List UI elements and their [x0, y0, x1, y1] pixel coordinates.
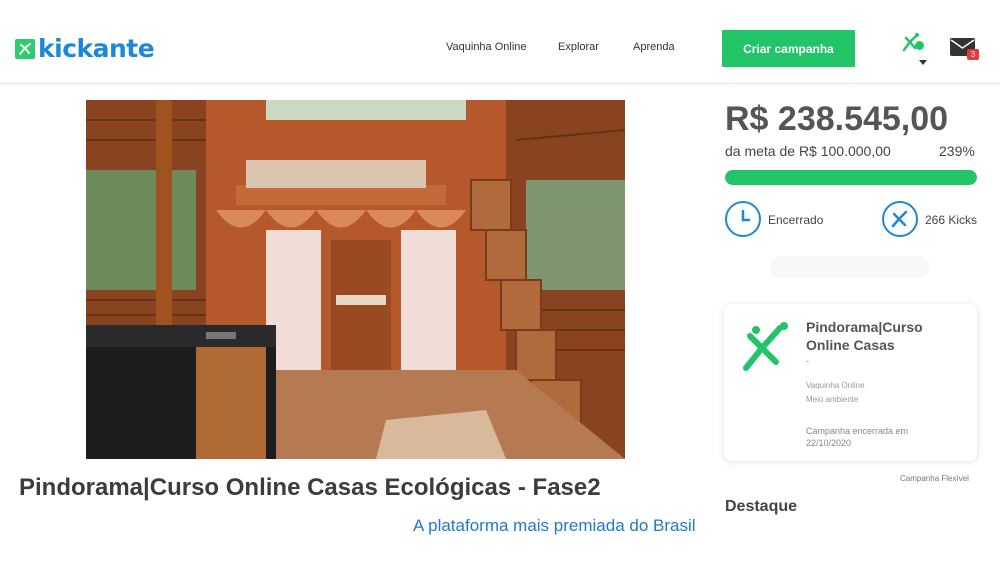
kicks-count: 266 Kicks	[925, 213, 978, 227]
campaign-title: Pindorama|Curso Online Casas Ecológicas …	[19, 474, 601, 501]
chevron-down-icon	[919, 60, 927, 65]
nav-aprenda[interactable]: Aprenda	[633, 41, 675, 53]
site-header: kickante Vaquinha Online Explorar Aprend…	[0, 0, 1000, 84]
flexible-campaign-label: Campanha Flexível	[900, 474, 969, 483]
owner-name[interactable]: Pindorama|Curso Online Casas	[806, 318, 966, 354]
funded-percent: 239%	[939, 143, 975, 159]
kickante-logo[interactable]: kickante	[15, 34, 155, 63]
campaign-owner-card[interactable]: Pindorama|Curso Online Casas - Vaquinha …	[724, 304, 977, 461]
nav-explorar[interactable]: Explorar	[558, 41, 599, 53]
owner-subtitle: -	[806, 356, 809, 366]
verified-check-icon	[915, 41, 924, 50]
owner-logo-icon	[743, 322, 788, 371]
raised-amount: R$ 238.545,00	[725, 100, 949, 138]
kickante-logo-text: kickante	[38, 34, 155, 63]
campaign-hero-image	[86, 100, 625, 459]
campaign-ended-date: Campanha encerrada em 22/10/2020	[806, 426, 909, 448]
chevron-left-icon[interactable]	[38, 236, 88, 326]
highlight-heading: Destaque	[725, 498, 798, 515]
funding-progress-bar	[725, 170, 977, 185]
user-menu[interactable]	[890, 24, 934, 68]
clock-icon	[725, 201, 761, 237]
category-meio-ambiente[interactable]: Meio ambiente	[806, 395, 858, 404]
platform-tagline[interactable]: A plataforma mais premiada do Brasil	[413, 516, 696, 536]
nav-vaquinha-online[interactable]: Vaquinha Online	[446, 41, 527, 53]
category-vaquinha[interactable]: Vaquinha Online	[806, 381, 865, 390]
tiny-house-interior-photo	[86, 100, 625, 459]
user-avatar-icon	[902, 33, 919, 52]
kicks-icon	[882, 201, 918, 237]
goal-text: da meta de R$ 100.000,00	[725, 143, 891, 159]
kickante-logo-icon	[15, 38, 35, 59]
campaign-status: Encerrado	[768, 213, 824, 227]
funding-progress-fill	[725, 170, 977, 185]
mail-count-badge: 3	[967, 49, 979, 60]
create-campaign-button[interactable]: Criar campanha	[722, 30, 855, 67]
faded-placeholder-bar	[770, 256, 930, 278]
chevron-right-icon[interactable]	[622, 236, 672, 326]
